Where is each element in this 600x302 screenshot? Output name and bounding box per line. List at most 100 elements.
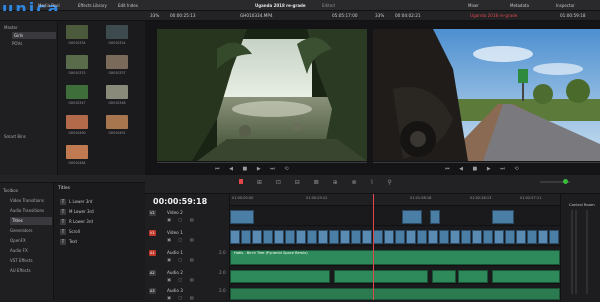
video-clip[interactable]	[549, 230, 559, 244]
video-clip[interactable]	[505, 230, 515, 244]
inspector-button[interactable]: Inspector	[556, 2, 575, 9]
source-viewer[interactable]	[157, 29, 367, 161]
track-controls[interactable]: ▣ ▢ ▤	[167, 256, 197, 264]
title-item[interactable]: TR Lower 3rd	[60, 217, 140, 226]
track-id-badge[interactable]: V1	[149, 230, 156, 236]
edit-index-button[interactable]: Edit Index	[118, 2, 138, 9]
media-pool-sidebar: Master Girls POVs Smart Bins	[0, 21, 58, 175]
effects-category[interactable]: Toolbox	[3, 187, 18, 195]
effects-category[interactable]: Video Transitions	[10, 197, 44, 205]
video-clip[interactable]	[428, 230, 438, 244]
track-id-badge[interactable]: V2	[149, 210, 156, 216]
clip-thumbnail[interactable]	[66, 85, 88, 99]
audio-clip[interactable]	[492, 270, 560, 283]
video-clip[interactable]	[492, 210, 514, 224]
video-clip[interactable]	[263, 230, 273, 244]
clip-thumbnail[interactable]	[106, 85, 128, 99]
metadata-button[interactable]: Metadata	[510, 2, 529, 9]
timeline-timecode-display: 00:00:59:18	[153, 197, 208, 206]
timeline-zoom[interactable]: 33%	[375, 12, 384, 20]
audio-clip[interactable]	[432, 270, 456, 283]
track-controls[interactable]: ▣ ▢ ▤	[167, 216, 197, 224]
bin-girls[interactable]: Girls	[12, 32, 56, 39]
clip-thumbnail[interactable]	[66, 145, 88, 159]
edit-tools[interactable]: ▸ ⊞ ⊡ ⊟ ⊠ ⊕ ⊗ ⌇ ⚲	[240, 179, 470, 189]
audio-clip[interactable]	[334, 270, 428, 283]
video-clip[interactable]	[494, 230, 504, 244]
bin-master[interactable]: Master	[4, 24, 18, 31]
video-clip[interactable]	[351, 230, 361, 244]
selection-tool-icon[interactable]	[239, 179, 243, 184]
audio-mixer: Control Room	[560, 194, 600, 300]
clip-thumbnail[interactable]	[106, 55, 128, 69]
clip-thumbnail[interactable]	[106, 25, 128, 39]
effects-category[interactable]: Titles	[10, 217, 52, 225]
video-clip[interactable]	[318, 230, 328, 244]
video-clip[interactable]	[241, 230, 251, 244]
video-clip[interactable]	[417, 230, 427, 244]
source-transport-controls[interactable]: ⏮ ◀ ■ ▶ ⏭ ⟲	[215, 165, 315, 173]
video-clip[interactable]	[296, 230, 306, 244]
media-pool-button[interactable]: Media Pool	[38, 2, 60, 9]
effects-library-button[interactable]: Effects Library	[78, 2, 107, 9]
track-id-badge[interactable]: A3	[149, 288, 156, 294]
track-controls[interactable]: ▣ ▢ ▤	[167, 276, 197, 284]
video-clip[interactable]	[285, 230, 295, 244]
bin-povs[interactable]: POVs	[12, 40, 22, 47]
clip-thumbnail[interactable]	[106, 115, 128, 129]
video-clip[interactable]	[384, 230, 394, 244]
video-clip[interactable]	[307, 230, 317, 244]
video-clip[interactable]	[472, 230, 482, 244]
timeline-viewer[interactable]	[373, 29, 600, 161]
video-clip[interactable]	[329, 230, 339, 244]
timeline-tracks[interactable]: 01:00:00:00 01:00:29:12 01:01:58:18 01:02:2…	[230, 194, 560, 300]
clip-thumbnail[interactable]	[66, 55, 88, 69]
effects-category[interactable]: Audio Transitions	[10, 207, 44, 215]
video-clip[interactable]	[430, 210, 440, 224]
title-item[interactable]: T Scroll	[60, 227, 140, 236]
timeline-viewer-image	[373, 29, 600, 161]
video-clip[interactable]	[483, 230, 493, 244]
video-clip[interactable]	[402, 210, 422, 224]
track-id-badge[interactable]: A1	[149, 250, 156, 256]
effects-category[interactable]: AU Effects	[10, 267, 31, 275]
effects-category[interactable]: VST Effects	[10, 257, 33, 265]
timeline-scrubber[interactable]	[373, 162, 600, 163]
zoom-slider-handle[interactable]	[563, 179, 568, 184]
video-clip[interactable]	[538, 230, 548, 244]
timeline-transport-controls[interactable]: ⏮ ◀ ■ ▶ ⏭ ⟲	[445, 165, 555, 173]
playhead[interactable]	[373, 194, 374, 300]
clip-thumbnail[interactable]	[66, 115, 88, 129]
video-clip[interactable]	[439, 230, 449, 244]
video-clip[interactable]	[230, 210, 254, 224]
video-clip[interactable]	[527, 230, 537, 244]
video-clip[interactable]	[230, 230, 240, 244]
effects-category[interactable]: Audio FX	[10, 247, 28, 255]
video-clip[interactable]	[362, 230, 372, 244]
video-clip[interactable]	[461, 230, 471, 244]
video-clip[interactable]	[274, 230, 284, 244]
video-clip[interactable]	[406, 230, 416, 244]
track-controls[interactable]: ▣ ▢ ▤	[167, 236, 197, 244]
track-id-badge[interactable]: A2	[149, 270, 156, 276]
track-controls[interactable]: ▣ ▢ ▤	[167, 294, 197, 302]
source-scrubber[interactable]	[157, 162, 367, 163]
title-item[interactable]: TL Lower 3rd	[60, 197, 140, 206]
audio-clip[interactable]	[230, 288, 560, 300]
title-item[interactable]: TM Lower 3rd	[60, 207, 140, 216]
timeline-ruler[interactable]	[230, 194, 560, 206]
video-clip[interactable]	[373, 230, 383, 244]
video-clip[interactable]	[340, 230, 350, 244]
audio-clip[interactable]	[230, 270, 330, 283]
mixer-button[interactable]: Mixer	[468, 2, 479, 9]
effects-category[interactable]: Generators	[10, 227, 32, 235]
effects-category[interactable]: OpenFX	[10, 237, 26, 245]
video-clip[interactable]	[516, 230, 526, 244]
audio-clip[interactable]	[458, 270, 488, 283]
video-clip[interactable]	[395, 230, 405, 244]
clip-thumbnail[interactable]	[66, 25, 88, 39]
source-zoom[interactable]: 33%	[150, 12, 159, 20]
video-clip[interactable]	[450, 230, 460, 244]
video-clip[interactable]	[252, 230, 262, 244]
title-item[interactable]: T Text	[60, 237, 140, 246]
